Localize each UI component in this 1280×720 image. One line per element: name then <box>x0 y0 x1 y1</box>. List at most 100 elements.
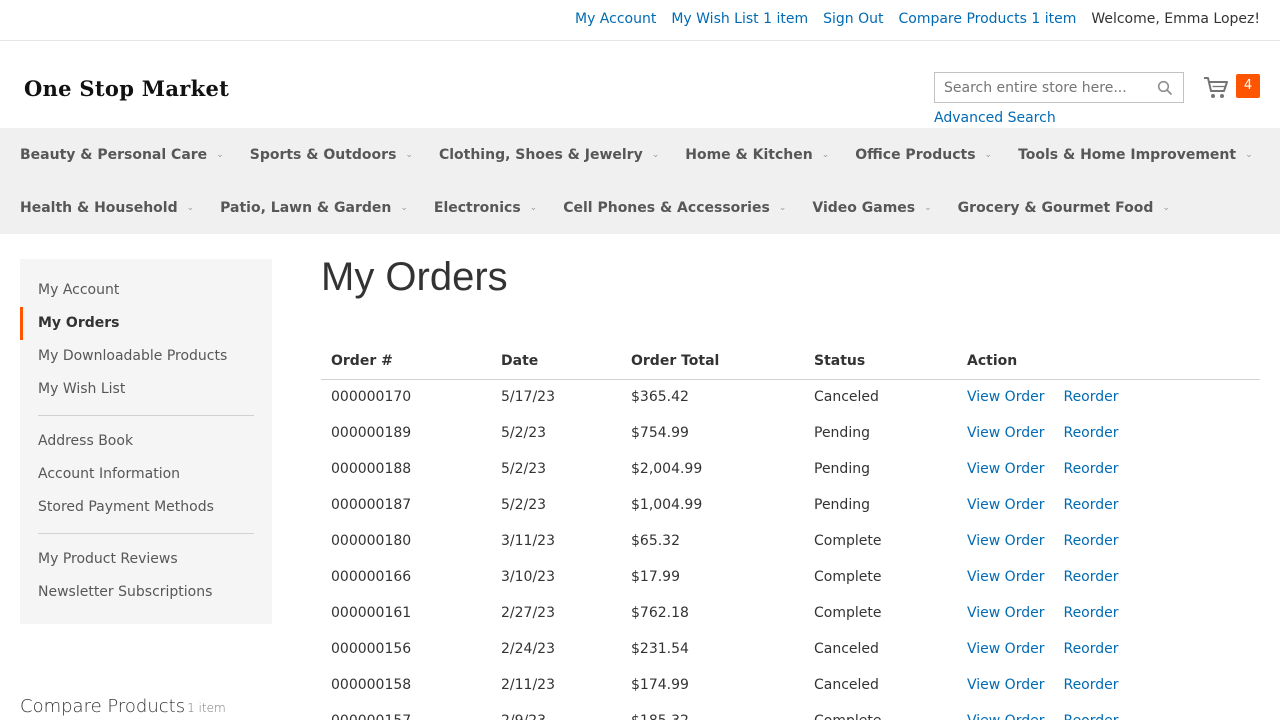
reorder-link[interactable]: Reorder <box>1063 425 1118 441</box>
nav-office-products[interactable]: Office Products ⌄ <box>855 147 992 163</box>
view-order-link[interactable]: View Order <box>967 641 1044 657</box>
chevron-down-icon: ⌄ <box>924 202 932 213</box>
order-status: Complete <box>814 569 882 585</box>
page-title: My Orders <box>321 255 508 299</box>
table-row: 000000157 2/9/23 $185.32 Complete View O… <box>321 703 1260 720</box>
sidebar-item-newsletter-subscriptions[interactable]: Newsletter Subscriptions <box>20 576 272 609</box>
view-order-link[interactable]: View Order <box>967 389 1044 405</box>
sidebar-item-my-orders[interactable]: My Orders <box>20 307 272 340</box>
order-number: 000000158 <box>331 677 412 693</box>
order-actions: View Order Reorder <box>957 487 1260 523</box>
compare-products-block: Compare Products 1 item <box>20 696 226 717</box>
header-top-bar: My Account My Wish List 1 item Sign Out … <box>0 0 1280 41</box>
order-actions: View Order Reorder <box>957 415 1260 451</box>
reorder-link[interactable]: Reorder <box>1063 713 1118 720</box>
sidebar-divider <box>38 533 254 534</box>
reorder-link[interactable]: Reorder <box>1063 605 1118 621</box>
order-total: $762.18 <box>631 605 689 621</box>
sidebar-item-downloadable-products[interactable]: My Downloadable Products <box>20 340 272 373</box>
nav-grocery-gourmet-food[interactable]: Grocery & Gourmet Food ⌄ <box>958 200 1170 216</box>
table-row: 000000187 5/2/23 $1,004.99 Pending View … <box>321 487 1260 523</box>
order-status: Canceled <box>814 389 879 406</box>
order-total: $1,004.99 <box>631 497 703 513</box>
cart-count-badge[interactable]: 4 <box>1236 74 1260 98</box>
reorder-link[interactable]: Reorder <box>1063 641 1118 657</box>
nav-electronics[interactable]: Electronics ⌄ <box>434 200 537 216</box>
order-actions: View Order Reorder <box>957 451 1260 487</box>
nav-label: Office Products <box>855 146 976 163</box>
reorder-link[interactable]: Reorder <box>1063 461 1118 477</box>
sidebar-item-account-information[interactable]: Account Information <box>20 458 272 491</box>
nav-video-games[interactable]: Video Games ⌄ <box>812 200 931 216</box>
table-row: 000000166 3/10/23 $17.99 Complete View O… <box>321 559 1260 595</box>
reorder-link[interactable]: Reorder <box>1063 569 1118 585</box>
order-date: 5/17/23 <box>501 389 555 406</box>
nav-health-household[interactable]: Health & Household ⌄ <box>20 200 194 216</box>
view-order-link[interactable]: View Order <box>967 497 1044 513</box>
nav-row-2: Health & Household ⌄ Patio, Lawn & Garden… <box>20 181 1260 234</box>
order-number: 000000180 <box>331 533 412 549</box>
nav-cell-phones-accessories[interactable]: Cell Phones & Accessories ⌄ <box>563 200 786 216</box>
nav-label: Sports & Outdoors <box>249 146 397 163</box>
nav-clothing-shoes-jewelry[interactable]: Clothing, Shoes & Jewelry ⌄ <box>439 147 659 163</box>
order-actions: View Order Reorder <box>957 379 1260 415</box>
nav-sports-outdoors[interactable]: Sports & Outdoors ⌄ <box>250 147 413 163</box>
nav-beauty-personal-care[interactable]: Beauty & Personal Care ⌄ <box>20 147 224 163</box>
sidebar-item-stored-payment-methods[interactable]: Stored Payment Methods <box>20 491 272 524</box>
order-total: $365.42 <box>631 389 689 406</box>
cart-icon[interactable] <box>1203 76 1229 100</box>
view-order-link[interactable]: View Order <box>967 533 1044 549</box>
sidebar-item-wish-list[interactable]: My Wish List <box>20 373 272 406</box>
nav-label: Tools & Home Improvement <box>1018 146 1237 163</box>
advanced-search-link[interactable]: Advanced Search <box>934 110 1056 126</box>
order-total: $754.99 <box>631 425 689 441</box>
view-order-link[interactable]: View Order <box>967 425 1044 441</box>
table-row: 000000158 2/11/23 $174.99 Canceled View … <box>321 667 1260 703</box>
chevron-down-icon: ⌄ <box>405 149 413 160</box>
reorder-link[interactable]: Reorder <box>1063 677 1118 693</box>
view-order-link[interactable]: View Order <box>967 605 1044 621</box>
sidebar-item-address-book[interactable]: Address Book <box>20 425 272 458</box>
header-links: My Account My Wish List 1 item Sign Out … <box>560 11 1260 27</box>
reorder-link[interactable]: Reorder <box>1063 389 1118 405</box>
header-link-wish-list[interactable]: My Wish List 1 item <box>671 11 808 27</box>
view-order-link[interactable]: View Order <box>967 461 1044 477</box>
header-link-my-account[interactable]: My Account <box>575 11 656 27</box>
order-actions: View Order Reorder <box>957 631 1260 667</box>
nav-home-kitchen[interactable]: Home & Kitchen ⌄ <box>685 147 829 163</box>
column-header-order-number: Order # <box>321 343 491 380</box>
column-header-order-total: Order Total <box>621 343 804 380</box>
compare-products-title: Compare Products <box>20 696 186 717</box>
view-order-link[interactable]: View Order <box>967 677 1044 693</box>
order-number: 000000166 <box>331 569 412 585</box>
table-row: 000000161 2/27/23 $762.18 Complete View … <box>321 595 1260 631</box>
store-logo[interactable]: One Stop Market <box>24 76 229 101</box>
header-link-sign-out[interactable]: Sign Out <box>823 11 883 27</box>
order-status: Pending <box>814 497 870 513</box>
order-total: $185.32 <box>621 703 804 720</box>
nav-label: Home & Kitchen <box>685 146 813 163</box>
nav-patio-lawn-garden[interactable]: Patio, Lawn & Garden ⌄ <box>220 200 408 216</box>
nav-tools-home-improvement[interactable]: Tools & Home Improvement ⌄ <box>1018 147 1253 163</box>
nav-label: Health & Household <box>20 199 178 216</box>
table-row: 000000170 5/17/23 $365.42 Canceled View … <box>321 379 1260 415</box>
order-date: 2/27/23 <box>501 605 555 621</box>
column-header-action: Action <box>957 343 1260 380</box>
order-date: 5/2/23 <box>501 425 547 441</box>
view-order-link[interactable]: View Order <box>967 569 1044 585</box>
search-input[interactable] <box>935 73 1145 102</box>
view-order-link[interactable]: View Order <box>967 713 1044 720</box>
reorder-link[interactable]: Reorder <box>1063 533 1118 549</box>
order-date: 3/10/23 <box>501 569 555 585</box>
reorder-link[interactable]: Reorder <box>1063 497 1118 513</box>
order-status: Canceled <box>814 677 879 693</box>
order-number: 000000170 <box>331 389 412 406</box>
sidebar-item-product-reviews[interactable]: My Product Reviews <box>20 543 272 576</box>
order-status: Complete <box>814 533 882 549</box>
sidebar-item-my-account[interactable]: My Account <box>20 274 272 307</box>
chevron-down-icon: ⌄ <box>186 202 195 213</box>
chevron-down-icon: ⌄ <box>821 149 830 160</box>
header-link-compare-products[interactable]: Compare Products 1 item <box>898 11 1076 27</box>
order-actions: View Order Reorder <box>957 595 1260 631</box>
search-icon[interactable] <box>1157 80 1173 96</box>
